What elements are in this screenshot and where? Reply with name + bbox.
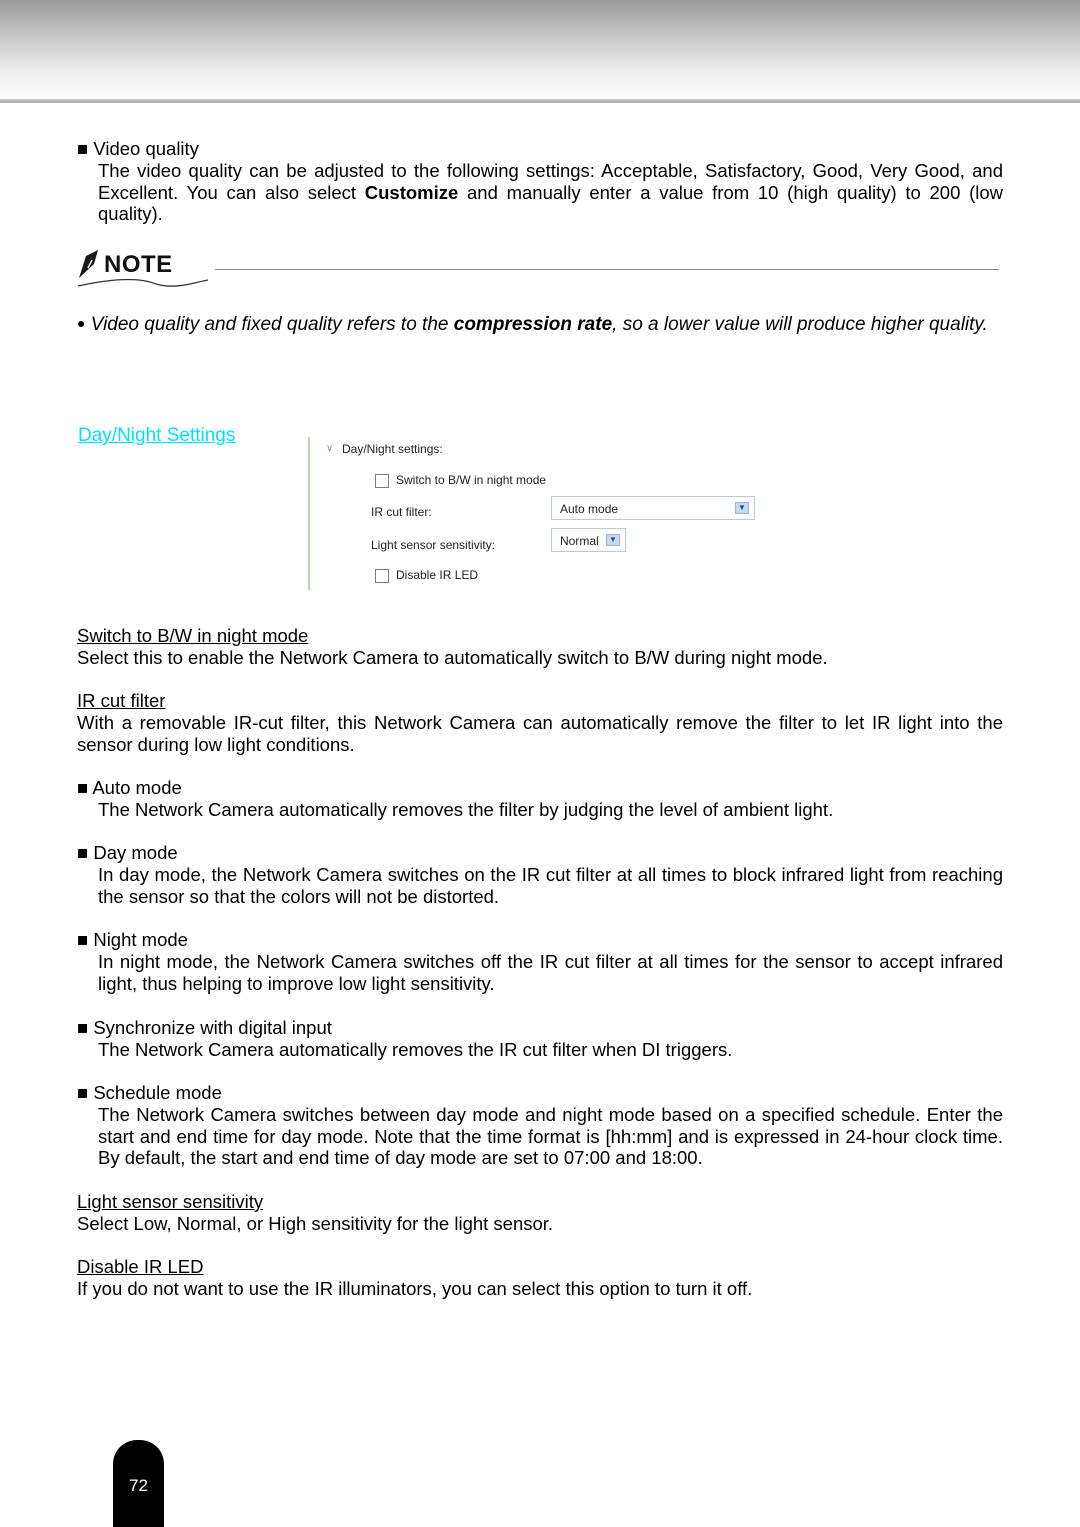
bullet-icon: ■ [77, 1017, 89, 1038]
mode-body: In day mode, the Network Camera switches… [98, 864, 1003, 907]
light-sensor-body: Select Low, Normal, or High sensitivity … [77, 1213, 554, 1234]
mode-title-text: Schedule mode [93, 1082, 222, 1103]
mode-body: The Network Camera switches between day … [98, 1104, 1003, 1169]
video-quality-title: ■ Video quality [77, 138, 199, 160]
switch-bw-body: Select this to enable the Network Camera… [77, 647, 828, 668]
mode-body: The Network Camera automatically removes… [98, 799, 834, 820]
vq-text-bold: Customize [364, 181, 459, 203]
page-number-tab: 72 [113, 1440, 164, 1527]
chevron-down-icon[interactable]: ▼ [735, 502, 749, 514]
mode-title-text: Day mode [93, 842, 178, 863]
mode-title: ■ Synchronize with digital input [77, 1017, 332, 1039]
ir-cut-select[interactable]: Auto mode ▼ [551, 496, 755, 520]
mode-body: In night mode, the Network Camera switch… [98, 951, 1003, 994]
light-sensor-select[interactable]: Normal ▼ [551, 528, 626, 552]
mode-title-text: Synchronize with digital input [93, 1017, 332, 1038]
day-night-settings-panel: ∨ Day/Night settings: Switch to B/W in n… [308, 437, 768, 590]
disable-ir-body: If you do not want to use the IR illumin… [77, 1278, 753, 1299]
header-divider [0, 99, 1080, 103]
bullet-icon: ■ [77, 777, 89, 798]
note-heading: NOTE [76, 246, 216, 290]
mode-title: ■ Day mode [77, 842, 178, 864]
ir-cut-value: Auto mode [560, 502, 619, 516]
bullet-icon: ■ [77, 929, 89, 950]
light-sensor-value: Normal [560, 534, 599, 548]
note-text-2: , so a lower value will produce higher q… [612, 314, 988, 335]
video-quality-body: The video quality can be adjusted to the… [98, 160, 1003, 225]
note-label: NOTE [104, 251, 173, 278]
mode-title-text: Night mode [93, 929, 188, 950]
expand-chevron-icon[interactable]: ∨ [326, 443, 333, 454]
note-text-1: Video quality and fixed quality refers t… [90, 314, 454, 335]
panel-section-title: Day/Night settings: [342, 442, 443, 456]
disable-ir-checkbox[interactable] [375, 569, 389, 583]
mode-title: ■ Schedule mode [77, 1082, 222, 1104]
disable-ir-heading: Disable IR LED [77, 1256, 204, 1277]
mode-body: The Network Camera automatically removes… [98, 1039, 733, 1060]
switch-bw-checkbox[interactable] [375, 474, 389, 488]
page-header-band [0, 0, 1080, 99]
switch-bw-heading: Switch to B/W in night mode [77, 625, 309, 646]
note-bullet-icon: ● [77, 315, 86, 331]
light-sensor-heading: Light sensor sensitivity [77, 1191, 264, 1212]
day-night-settings-link[interactable]: Day/Night Settings [78, 425, 235, 447]
bullet-icon: ■ [77, 138, 89, 159]
panel-left-border [308, 437, 310, 590]
note-text-bold: compression rate [453, 314, 613, 335]
note-body: ● Video quality and fixed quality refers… [77, 312, 1003, 338]
note-divider [215, 269, 999, 270]
disable-ir-label: Disable IR LED [396, 568, 479, 582]
bullet-icon: ■ [77, 842, 89, 863]
mode-title: ■ Auto mode [77, 777, 182, 799]
video-quality-title-text: Video quality [93, 138, 199, 159]
ir-cut-body: With a removable IR-cut filter, this Net… [77, 712, 1003, 755]
mode-title-text: Auto mode [92, 777, 182, 798]
mode-title: ■ Night mode [77, 929, 188, 951]
page-number: 72 [129, 1476, 148, 1495]
ir-cut-label: IR cut filter: [371, 505, 432, 519]
light-sensor-label: Light sensor sensitivity: [371, 538, 496, 552]
chevron-down-icon[interactable]: ▼ [606, 534, 620, 546]
bullet-icon: ■ [77, 1082, 89, 1103]
ir-cut-heading: IR cut filter [77, 690, 166, 711]
switch-bw-label: Switch to B/W in night mode [396, 473, 547, 487]
